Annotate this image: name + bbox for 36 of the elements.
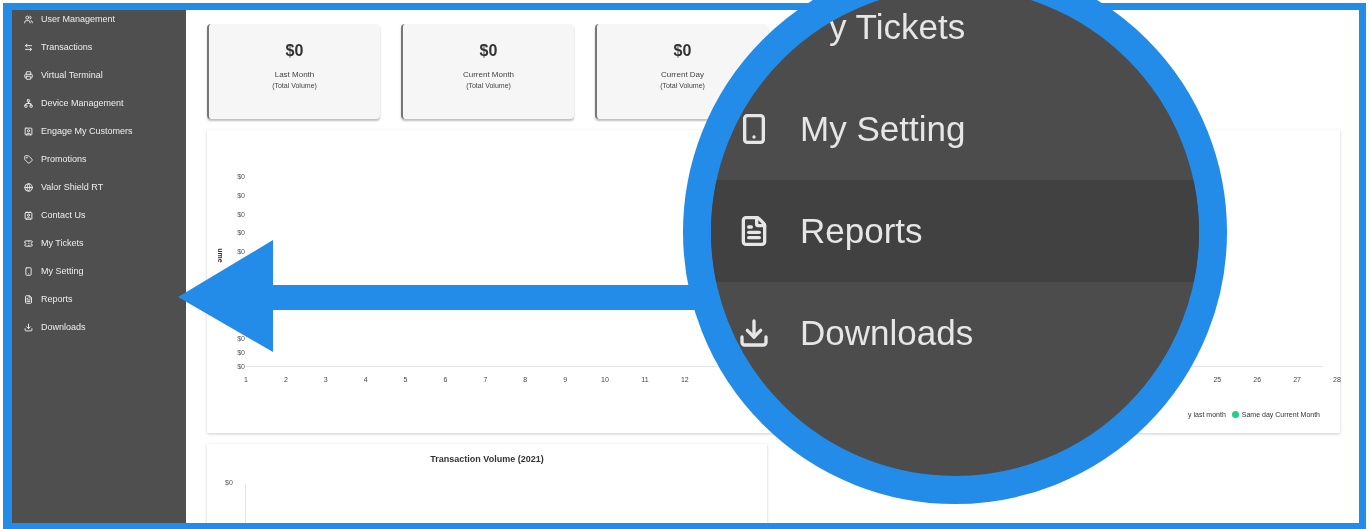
arrows-icon xyxy=(24,42,33,52)
stat-value: $0 xyxy=(479,42,498,60)
sidebar-item[interactable]: My Tickets xyxy=(12,229,186,257)
stat-label: Last Month xyxy=(274,70,315,79)
sidebar-item[interactable]: Engage My Customers xyxy=(12,117,186,145)
network-icon xyxy=(24,98,33,108)
sidebar-item[interactable]: Downloads xyxy=(12,313,186,341)
document-icon xyxy=(24,294,33,304)
menu-item[interactable]: My Setting xyxy=(711,78,1199,180)
sidebar-item[interactable]: Device Management xyxy=(12,89,186,117)
sidebar-item[interactable]: My Setting xyxy=(12,257,186,285)
stat-value: $0 xyxy=(673,42,692,60)
download-icon xyxy=(738,317,770,349)
users-icon xyxy=(24,14,33,24)
ticket-icon xyxy=(24,238,33,248)
sidebar-item[interactable]: Valor Shield RT xyxy=(12,173,186,201)
stat-label: Current Month xyxy=(462,70,515,79)
menu-item[interactable]: y Tickets xyxy=(711,0,1199,78)
tag-icon xyxy=(24,154,33,164)
globe-icon xyxy=(24,182,33,192)
sidebar-item[interactable]: Contact Us xyxy=(12,201,186,229)
sidebar-item[interactable]: User Management xyxy=(12,10,186,33)
stat-label: Current Day xyxy=(660,70,705,79)
printer-icon xyxy=(24,70,33,80)
stat-value: $0 xyxy=(285,42,304,60)
phone-icon xyxy=(24,266,33,276)
menu-item[interactable]: Downloads xyxy=(711,282,1199,384)
menu-item[interactable]: Reports xyxy=(711,180,1199,282)
person-card-icon xyxy=(24,126,33,136)
contact-card-icon xyxy=(24,210,33,220)
download-icon xyxy=(24,322,33,332)
sidebar-item[interactable]: Transactions xyxy=(12,33,186,61)
sidebar-item[interactable]: Reports xyxy=(12,285,186,313)
chart-title: Transaction Volume (2021) xyxy=(429,454,545,465)
sidebar-item[interactable]: Virtual Terminal xyxy=(12,61,186,89)
sidebar-item[interactable]: Promotions xyxy=(12,145,186,173)
